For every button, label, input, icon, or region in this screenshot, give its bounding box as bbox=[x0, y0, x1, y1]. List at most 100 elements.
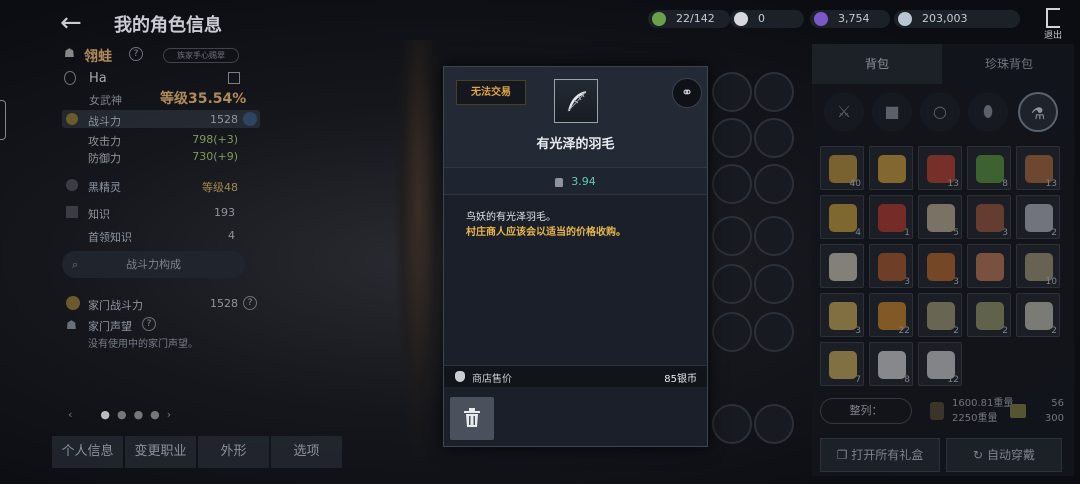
tab-pearl-inventory[interactable]: 珍珠背包 bbox=[944, 44, 1074, 84]
item-count: 2 bbox=[1051, 228, 1057, 238]
inventory-slot[interactable]: 22 bbox=[869, 293, 913, 337]
feather-icon bbox=[567, 90, 587, 112]
inventory-slot[interactable]: 1 bbox=[869, 195, 913, 239]
character-name: Ha bbox=[89, 71, 107, 86]
equip-slot[interactable] bbox=[712, 164, 752, 204]
inventory-slot[interactable] bbox=[967, 244, 1011, 288]
auto-equip-button[interactable]: ↻ 自动穿戴 bbox=[946, 438, 1062, 472]
item-icon bbox=[976, 204, 1004, 232]
combat-breakdown-button[interactable]: ⌕ 战斗力构成 bbox=[62, 251, 245, 278]
stat-label: 知识 bbox=[88, 208, 110, 221]
ring-icon[interactable]: ○ bbox=[920, 92, 960, 132]
back-arrow-icon[interactable]: ← bbox=[60, 8, 90, 38]
family-pill[interactable]: 族家手心赐翠 bbox=[163, 48, 239, 63]
equip-slot[interactable] bbox=[754, 118, 794, 158]
inventory-slot[interactable]: 12 bbox=[918, 342, 962, 386]
share-icon[interactable] bbox=[228, 72, 240, 84]
help-icon[interactable]: ? bbox=[243, 296, 257, 310]
equip-slot[interactable] bbox=[754, 404, 794, 444]
tab-change-class[interactable]: 变更职业 bbox=[125, 436, 196, 468]
item-count: 13 bbox=[947, 179, 959, 189]
shop-price-row: 商店售价 85银币 bbox=[444, 365, 707, 387]
equip-slot[interactable] bbox=[712, 312, 752, 352]
open-all-gifts-button[interactable]: ❐ 打开所有礼盒 bbox=[820, 438, 940, 472]
inventory-slot[interactable]: 13 bbox=[1016, 146, 1060, 190]
family-power-icon bbox=[66, 296, 80, 310]
inventory-slot[interactable] bbox=[869, 146, 913, 190]
tab-options[interactable]: 选项 bbox=[271, 436, 342, 468]
untradable-badge: 无法交易 bbox=[456, 80, 526, 105]
item-count: 3 bbox=[1002, 228, 1008, 238]
item-icon bbox=[1025, 302, 1053, 330]
equip-slot[interactable] bbox=[712, 404, 752, 444]
item-weight-row: 3.94 bbox=[444, 167, 707, 195]
swords-icon[interactable]: ⚔ bbox=[824, 92, 864, 132]
inventory-slot[interactable]: 2 bbox=[918, 293, 962, 337]
inventory-slot[interactable]: 7 bbox=[820, 342, 864, 386]
item-count: 12 bbox=[947, 375, 959, 385]
help-icon[interactable]: ? bbox=[142, 317, 156, 331]
page-dots[interactable]: ‹ ● ● ● ● › bbox=[68, 408, 171, 421]
weight-current: 1600.81重量 bbox=[952, 398, 1014, 409]
inventory-slot[interactable]: 8 bbox=[869, 342, 913, 386]
equip-slot[interactable] bbox=[712, 216, 752, 256]
knowledge-icon bbox=[66, 206, 78, 218]
exit-door-icon bbox=[1046, 8, 1060, 28]
stat-value: 798(+3) bbox=[192, 133, 238, 146]
equip-slot[interactable] bbox=[712, 118, 752, 158]
item-count: 3 bbox=[953, 277, 959, 287]
inventory-slot[interactable]: 3 bbox=[820, 293, 864, 337]
equip-slot[interactable] bbox=[754, 264, 794, 304]
family-power-value: 1528 bbox=[210, 297, 238, 310]
delete-button[interactable] bbox=[450, 397, 494, 440]
inventory-slot[interactable]: 2 bbox=[967, 293, 1011, 337]
shield-icon[interactable] bbox=[243, 112, 257, 126]
item-icon bbox=[927, 253, 955, 281]
item-count: 4 bbox=[855, 228, 861, 238]
sort-button[interactable]: 整列： bbox=[820, 398, 912, 424]
inventory-slot[interactable]: 4 bbox=[820, 195, 864, 239]
auto-equip-label: 自动穿戴 bbox=[986, 448, 1035, 462]
equip-slot[interactable] bbox=[754, 164, 794, 204]
inventory-slot[interactable]: 10 bbox=[1016, 244, 1060, 288]
equip-slot[interactable] bbox=[754, 216, 794, 256]
inventory-slot[interactable]: 2 bbox=[1016, 195, 1060, 239]
help-icon[interactable]: ? bbox=[129, 47, 143, 61]
resource-crystal: 3,754 bbox=[810, 10, 890, 28]
inventory-slot[interactable] bbox=[820, 244, 864, 288]
sort-label: 整列： bbox=[849, 404, 883, 417]
inventory-slot[interactable]: 5 bbox=[918, 195, 962, 239]
stat-value: 1528 bbox=[210, 113, 238, 126]
equip-slot[interactable] bbox=[712, 72, 752, 112]
gem-icon[interactable]: ⬮ bbox=[968, 92, 1008, 132]
flask-icon[interactable]: ⚗ bbox=[1018, 92, 1058, 132]
energy-icon bbox=[652, 12, 666, 26]
armor-icon[interactable]: ■ bbox=[872, 92, 912, 132]
inventory-slot[interactable]: 3 bbox=[869, 244, 913, 288]
black-spirit-icon bbox=[66, 179, 78, 191]
item-count: 2 bbox=[1051, 326, 1057, 336]
exit-button[interactable]: 退出 bbox=[1040, 8, 1066, 44]
link-button[interactable]: ⚭ bbox=[672, 78, 702, 108]
inventory-slot[interactable]: 40 bbox=[820, 146, 864, 190]
inventory-slot[interactable]: 3 bbox=[967, 195, 1011, 239]
inventory-slot[interactable]: 13 bbox=[918, 146, 962, 190]
tab-appearance[interactable]: 外形 bbox=[198, 436, 269, 468]
weight-icon bbox=[555, 177, 564, 187]
resource-value: 22/142 bbox=[676, 12, 715, 25]
tab-inventory[interactable]: 背包 bbox=[812, 44, 942, 84]
tab-personal-info[interactable]: 个人信息 bbox=[52, 436, 123, 468]
open-all-label: 打开所有礼盒 bbox=[851, 448, 924, 462]
equip-slot[interactable] bbox=[754, 72, 794, 112]
resource-value: 3,754 bbox=[838, 12, 870, 25]
item-count: 3 bbox=[855, 326, 861, 336]
inventory-slot[interactable]: 2 bbox=[1016, 293, 1060, 337]
item-icon bbox=[829, 253, 857, 281]
item-icon bbox=[927, 302, 955, 330]
edge-handle[interactable] bbox=[0, 100, 6, 140]
equip-slot[interactable] bbox=[754, 312, 794, 352]
inventory-slot[interactable]: 3 bbox=[918, 244, 962, 288]
weight-max: 2250重量 bbox=[952, 413, 998, 424]
equip-slot[interactable] bbox=[712, 264, 752, 304]
inventory-slot[interactable]: 8 bbox=[967, 146, 1011, 190]
